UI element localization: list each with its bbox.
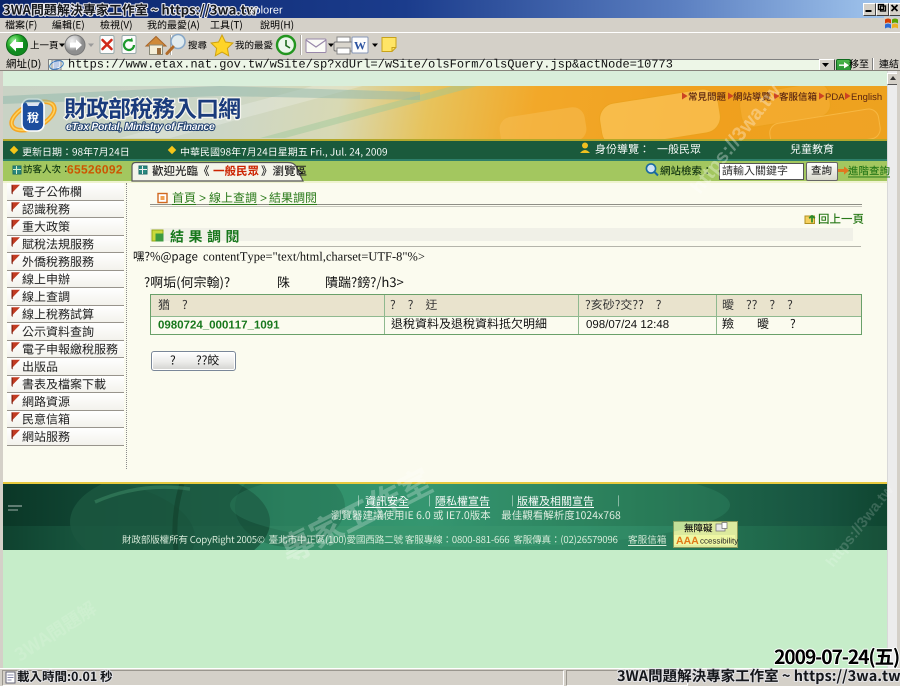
svg-text:W: W <box>354 39 366 53</box>
